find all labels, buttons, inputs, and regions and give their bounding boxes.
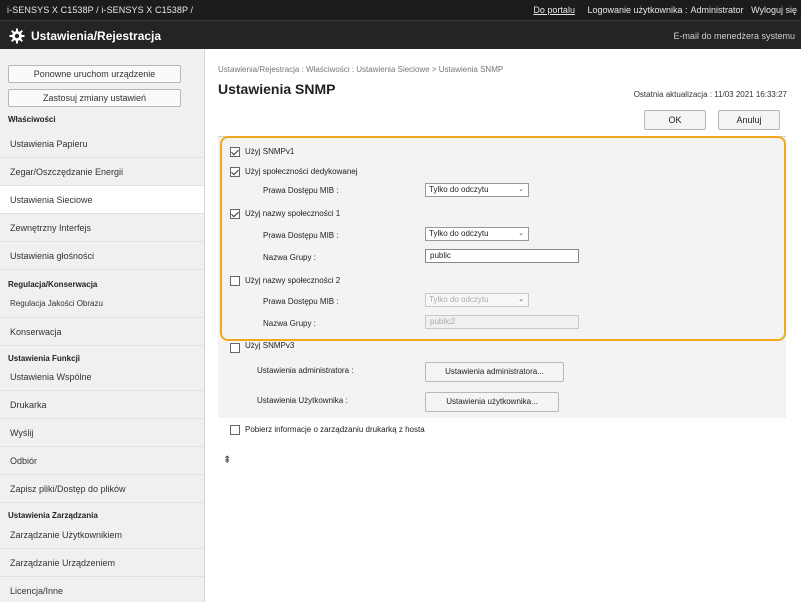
sidebar-item-timer[interactable]: Zegar/Oszczędzanie Energii <box>0 158 204 186</box>
restart-device-button[interactable]: Ponowne uruchom urządzenie <box>8 65 181 83</box>
community1-label: Użyj nazwy społeczności 1 <box>245 209 341 218</box>
title-bar: Ustawienia/Rejestracja E-mail do menedże… <box>0 20 801 49</box>
login-label: Logowanie użytkownika : <box>587 5 688 15</box>
sidebar-item-label: Regulacja Jakości Obrazu <box>10 299 103 308</box>
sidebar-item-label: Ustawienia głośności <box>10 251 95 261</box>
email-admin-link[interactable]: E-mail do menedżera systemu <box>673 31 795 41</box>
sidebar: Ponowne uruchom urządzenie Zastosuj zmia… <box>0 49 205 602</box>
sidebar-item-receive[interactable]: Odbiór <box>0 447 204 475</box>
sidebar-item-label: Odbiór <box>10 456 38 466</box>
top-bar: i-SENSYS X C1538P / i-SENSYS X C1538P / … <box>0 0 801 20</box>
section-functions: Ustawienia Funkcji <box>8 354 81 363</box>
breadcrumb: Ustawienia/Rejestracja : Właściwości : U… <box>218 65 504 74</box>
sidebar-item-license[interactable]: Licencja/Inne <box>0 577 204 602</box>
sidebar-item-volume[interactable]: Ustawienia głośności <box>0 242 204 270</box>
community2-mib-select[interactable]: Tylko do odczytu ⌄ <box>425 293 529 307</box>
sidebar-item-label: Zewnętrzny Interfejs <box>10 223 92 233</box>
user-name: Administrator <box>690 5 744 15</box>
sidebar-item-printer[interactable]: Drukarka <box>0 391 204 419</box>
snmpv3-checkbox[interactable] <box>230 343 240 353</box>
logout-link[interactable]: Wyloguj się <box>751 5 797 15</box>
admin-settings-button[interactable]: Ustawienia administratora... <box>425 362 564 382</box>
sidebar-item-send[interactable]: Wyślij <box>0 419 204 447</box>
user-settings-button[interactable]: Ustawienia użytkownika... <box>425 392 559 412</box>
sidebar-item-label: Zarządzanie Urządzeniem <box>10 558 116 568</box>
admin-settings-label: Ustawienia administratora : <box>257 366 354 375</box>
sidebar-item-label: Konserwacja <box>10 327 62 337</box>
dedicated-community-checkbox[interactable] <box>230 167 240 177</box>
sidebar-item-label: Ustawienia Papieru <box>10 139 88 149</box>
section-properties: Właściwości <box>8 115 56 124</box>
main-content: Ustawienia/Rejestracja : Właściwości : U… <box>205 49 801 602</box>
sidebar-item-maintenance[interactable]: Konserwacja <box>0 318 204 346</box>
chevron-down-icon: ⌄ <box>518 186 524 193</box>
sidebar-item-label: Licencja/Inne <box>10 586 64 596</box>
community1-checkbox[interactable] <box>230 209 240 219</box>
chevron-down-icon: ⌄ <box>518 296 524 303</box>
sidebar-item-label: Drukarka <box>10 400 47 410</box>
select-value: Tylko do odczytu <box>429 229 489 238</box>
user-settings-label: Ustawienia Użytkownika : <box>257 396 348 405</box>
sidebar-item-label: Ustawienia Wspólne <box>10 372 92 382</box>
sidebar-item-label: Ustawienia Sieciowe <box>10 195 93 205</box>
ok-button[interactable]: OK <box>644 110 706 130</box>
snmpv3-label: Użyj SNMPv3 <box>245 341 295 350</box>
section-management: Ustawienia Zarządzania <box>8 511 98 520</box>
page-header-title: Ustawienia/Rejestracja <box>31 29 162 43</box>
sidebar-item-quality[interactable]: Regulacja Jakości Obrazu <box>0 290 204 318</box>
sidebar-item-store[interactable]: Zapisz pliki/Dostęp do plików <box>0 475 204 503</box>
sidebar-item-label: Zegar/Oszczędzanie Energii <box>10 167 124 177</box>
snmpv1-checkbox[interactable] <box>230 147 240 157</box>
community2-label: Użyj nazwy społeczności 2 <box>245 276 341 285</box>
device-name: i-SENSYS X C1538P / i-SENSYS X C1538P / <box>7 5 194 15</box>
sidebar-item-common[interactable]: Ustawienia Wspólne <box>0 363 204 391</box>
mib-access-label: Prawa Dostępu MIB : <box>263 186 339 195</box>
sidebar-item-users[interactable]: Zarządzanie Użytkownikiem <box>0 521 204 549</box>
chevron-down-icon: ⌄ <box>518 230 524 237</box>
sidebar-item-network[interactable]: Ustawienia Sieciowe <box>0 186 204 214</box>
snmpv1-label: Użyj SNMPv1 <box>245 147 295 156</box>
sidebar-item-paper[interactable]: Ustawienia Papieru <box>0 130 204 158</box>
host-info-label: Pobierz informacje o zarządzaniu drukark… <box>245 425 425 434</box>
section-regulation: Regulacja/Konserwacja <box>8 280 98 289</box>
back-to-top-icon[interactable]: ⇞ <box>223 455 231 466</box>
mib-access-label: Prawa Dostępu MIB : <box>263 297 339 306</box>
sidebar-item-device[interactable]: Zarządzanie Urządzeniem <box>0 549 204 577</box>
host-info-checkbox[interactable] <box>230 425 240 435</box>
cancel-button[interactable]: Anuluj <box>718 110 780 130</box>
apply-changes-button[interactable]: Zastosuj zmiany ustawień <box>8 89 181 107</box>
select-value: Tylko do odczytu <box>429 185 489 194</box>
community1-group-input[interactable]: public <box>425 249 579 263</box>
last-update: Ostatnia aktualizacja : 11/03 2021 16:33… <box>633 90 787 99</box>
community2-group-input[interactable]: public2 <box>425 315 579 329</box>
sidebar-item-label: Zapisz pliki/Dostęp do plików <box>10 484 126 494</box>
page-title: Ustawienia SNMP <box>218 81 336 97</box>
group-name-label: Nazwa Grupy : <box>263 253 316 262</box>
community2-checkbox[interactable] <box>230 276 240 286</box>
sidebar-item-label: Wyślij <box>10 428 34 438</box>
select-value: Tylko do odczytu <box>429 295 489 304</box>
group-name-label: Nazwa Grupy : <box>263 319 316 328</box>
sidebar-item-external[interactable]: Zewnętrzny Interfejs <box>0 214 204 242</box>
mib-access-label: Prawa Dostępu MIB : <box>263 231 339 240</box>
sidebar-item-label: Zarządzanie Użytkownikiem <box>10 530 123 540</box>
community1-mib-select[interactable]: Tylko do odczytu ⌄ <box>425 227 529 241</box>
gear-icon <box>9 28 25 44</box>
dedicated-mib-select[interactable]: Tylko do odczytu ⌄ <box>425 183 529 197</box>
top-links: Do portalu Logowanie użytkownika : Admini… <box>523 5 797 15</box>
dedicated-community-label: Użyj społeczności dedykowanej <box>245 167 358 176</box>
portal-link[interactable]: Do portalu <box>533 5 575 15</box>
